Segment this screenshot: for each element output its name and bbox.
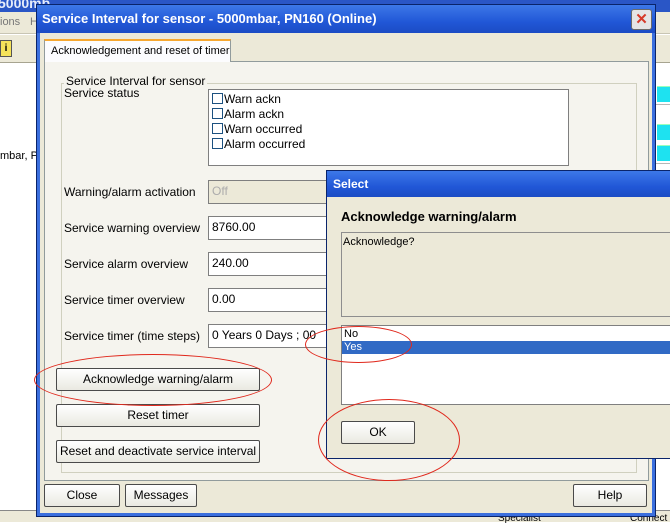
alarm-overview-field[interactable]: 240.00 <box>208 252 328 276</box>
timer-steps-field: 0 Years 0 Days ; 00 <box>208 324 328 348</box>
tab-acknowledgement[interactable]: Acknowledgement and reset of timer <box>44 39 231 62</box>
option-yes[interactable]: Yes <box>342 341 670 354</box>
timer-overview-label: Service timer overview <box>64 293 185 307</box>
service-status-list: Warn ackn Alarm ackn Warn occurred Alarm… <box>208 89 569 166</box>
status-cell <box>657 124 670 140</box>
reset-timer-button[interactable]: Reset timer <box>56 404 260 427</box>
checkbox-label: Warn occurred <box>224 122 303 136</box>
alarm-overview-label: Service alarm overview <box>64 257 189 271</box>
timer-overview-field[interactable]: 0.00 <box>208 288 328 312</box>
checkbox-alarm-occurred[interactable]: Alarm occurred <box>212 137 305 151</box>
grid-divider <box>655 163 670 164</box>
activation-field: Off <box>208 180 328 204</box>
select-title: Select <box>333 177 369 191</box>
close-icon[interactable]: ✕ <box>631 9 652 30</box>
status-cell <box>657 145 670 161</box>
grid-divider <box>655 104 670 105</box>
checkbox-alarm-ackn[interactable]: Alarm ackn <box>212 107 284 121</box>
warning-overview-label: Service warning overview <box>64 221 201 235</box>
checkbox-icon[interactable] <box>212 138 223 149</box>
checkbox-icon[interactable] <box>212 123 223 134</box>
help-button[interactable]: Help <box>573 484 647 507</box>
dialog-title: Service Interval for sensor - 5000mbar, … <box>42 11 377 26</box>
close-button[interactable]: Close <box>44 484 120 507</box>
option-no[interactable]: No <box>342 328 670 341</box>
background-menu-item[interactable]: ions <box>0 16 20 28</box>
select-dialog: Select Acknowledge warning/alarm Acknowl… <box>326 170 670 459</box>
info-icon[interactable]: i <box>0 40 12 57</box>
timer-steps-label: Service timer (time steps) <box>64 329 201 343</box>
checkbox-label: Alarm ackn <box>224 107 285 121</box>
status-cell <box>657 86 670 102</box>
reset-deactivate-button[interactable]: Reset and deactivate service interval <box>56 440 260 463</box>
ok-button[interactable]: OK <box>341 421 415 444</box>
warning-overview-field[interactable]: 8760.00 <box>208 216 328 240</box>
checkbox-warn-ackn[interactable]: Warn ackn <box>212 92 281 106</box>
checkbox-icon[interactable] <box>212 108 223 119</box>
tab-label: Acknowledgement and reset of timer <box>51 45 230 57</box>
select-heading: Acknowledge warning/alarm <box>341 209 517 224</box>
dialog-titlebar[interactable]: Service Interval for sensor - 5000mbar, … <box>37 5 655 33</box>
checkbox-icon[interactable] <box>212 93 223 104</box>
acknowledge-button[interactable]: Acknowledge warning/alarm <box>56 368 260 391</box>
checkbox-label: Warn ackn <box>224 92 281 106</box>
select-option-list[interactable]: No Yes <box>341 325 670 405</box>
checkbox-warn-occurred[interactable]: Warn occurred <box>212 122 302 136</box>
checkbox-label: Alarm occurred <box>224 137 306 151</box>
background-tree-panel: mbar, PN <box>0 64 46 522</box>
messages-button[interactable]: Messages <box>125 484 197 507</box>
select-message-box: Acknowledge? <box>341 232 670 317</box>
service-status-label: Service status <box>64 86 140 100</box>
activation-label: Warning/alarm activation <box>64 185 196 199</box>
select-message: Acknowledge? <box>343 236 415 248</box>
select-titlebar[interactable]: Select <box>327 171 670 197</box>
